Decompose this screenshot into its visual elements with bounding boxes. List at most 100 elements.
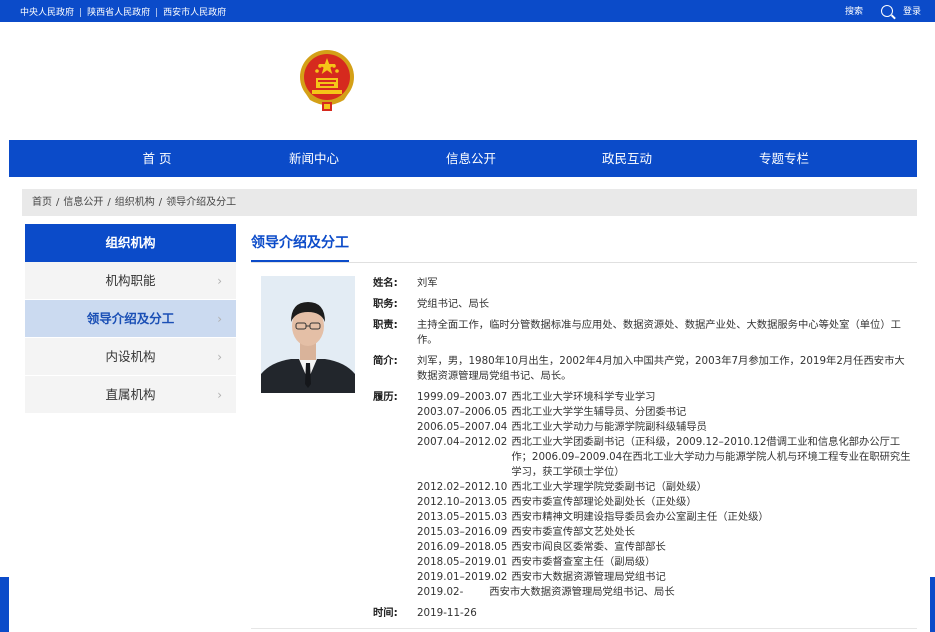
- separator: |: [155, 8, 159, 18]
- list-item: 2019.01–2019.02 西安市大数据资源管理局党组书记: [417, 570, 913, 585]
- resume-text: 西北工业大学学生辅导员、分团委书记: [511, 406, 687, 418]
- resume-period: 1999.09–2003.07: [417, 391, 508, 403]
- sidebar-item-departments[interactable]: 内设机构 ›: [25, 338, 236, 376]
- link-xian-gov[interactable]: 西安市人民政府: [163, 8, 226, 18]
- breadcrumb-org[interactable]: 组织机构: [115, 197, 155, 208]
- chevron-right-icon: ›: [217, 388, 222, 402]
- time-row: 时间: 2019-11-26: [373, 606, 913, 621]
- nav-item-info-public[interactable]: 信息公开: [411, 140, 531, 177]
- resume-period: 2006.05–2007.04: [417, 421, 508, 433]
- resume-period: 2003.07–2006.05: [417, 406, 508, 418]
- list-item: 2015.03–2016.09 西安市委宣传部文艺处处长: [417, 525, 913, 540]
- left-edge-bar: [0, 577, 9, 632]
- resume-text: 西安市大数据资源管理局党组书记、局长: [489, 586, 675, 598]
- duty-row: 职责: 主持全面工作，临时分管数据标准与应用处、数据资源处、数据产业处、大数据服…: [373, 318, 913, 348]
- leader-portrait-image: [261, 276, 355, 393]
- content-divider: [251, 628, 917, 629]
- main-nav: 首 页 新闻中心 信息公开 政民互动 专题专栏: [9, 140, 917, 177]
- resume-text: 西安市精神文明建设指导委员会办公室副主任（正处级）: [511, 511, 769, 523]
- time-label: 时间:: [373, 607, 398, 619]
- nav-item-news[interactable]: 新闻中心: [254, 140, 374, 177]
- time-value: 2019-11-26: [417, 607, 477, 619]
- position-row: 职务: 党组书记、局长: [373, 297, 913, 312]
- sidebar-title: 组织机构: [25, 224, 236, 262]
- nav-item-special[interactable]: 专题专栏: [724, 140, 844, 177]
- list-item: 2003.07–2006.05 西北工业大学学生辅导员、分团委书记: [417, 405, 913, 420]
- nav-item-home[interactable]: 首 页: [97, 140, 217, 177]
- chevron-right-icon: ›: [217, 312, 222, 326]
- resume-period: 2012.02–2012.10: [417, 481, 508, 493]
- name-label: 姓名:: [373, 277, 398, 289]
- resume-text: 西北工业大学理学院党委副书记（副处级）: [511, 481, 707, 493]
- link-shaanxi-gov[interactable]: 陕西省人民政府: [87, 8, 150, 18]
- list-item: 2006.05–2007.04 西北工业大学动力与能源学院副科级辅导员: [417, 420, 913, 435]
- list-item: 2013.05–2015.03 西安市精神文明建设指导委员会办公室副主任（正处级）: [417, 510, 913, 525]
- login-link[interactable]: 登录: [903, 4, 921, 17]
- list-item: 2012.10–2013.05 西安市委宣传部理论处副处长（正处级）: [417, 495, 913, 510]
- resume-period: 2019.01–2019.02: [417, 571, 508, 583]
- duty-label: 职责:: [373, 319, 398, 331]
- chevron-right-icon: ›: [217, 350, 222, 364]
- list-item: 1999.09–2003.07 西北工业大学环境科学专业学习: [417, 390, 913, 405]
- leader-info: 姓名: 刘军 职务: 党组书记、局长 职责: 主持全面工作，临时分管数据标准与应…: [373, 276, 913, 627]
- resume-period: 2013.05–2015.03: [417, 511, 508, 523]
- sidebar-item-label: 机构职能: [105, 273, 156, 288]
- bio-row: 简介: 刘军，男，1980年10月出生，2002年4月加入中国共产党，2003年…: [373, 354, 913, 384]
- title-divider: [251, 262, 917, 263]
- resume-text: 西安市委宣传部理论处副处长（正处级）: [511, 496, 697, 508]
- list-item: 2018.05–2019.01 西安市委督查室主任（副局级）: [417, 555, 913, 570]
- resume-period: 2012.10–2013.05: [417, 496, 508, 508]
- list-item: 2016.09–2018.05 西安市阎良区委常委、宣传部部长: [417, 540, 913, 555]
- name-row: 姓名: 刘军: [373, 276, 913, 291]
- link-central-gov[interactable]: 中央人民政府: [20, 8, 74, 18]
- breadcrumb-separator: /: [158, 197, 163, 208]
- resume-text: 西安市阎良区委常委、宣传部部长: [511, 541, 666, 553]
- search-link[interactable]: 搜索: [845, 4, 863, 17]
- right-edge-bar: [930, 577, 935, 632]
- nav-item-interaction[interactable]: 政民互动: [567, 140, 687, 177]
- position-value: 党组书记、局长: [417, 298, 490, 310]
- breadcrumb-home[interactable]: 首页: [32, 197, 52, 208]
- resume-text: 西北工业大学动力与能源学院副科级辅导员: [511, 421, 707, 433]
- sidebar-item-label: 领导介绍及分工: [86, 311, 175, 326]
- sidebar-item-leaders[interactable]: 领导介绍及分工 ›: [25, 300, 236, 338]
- resume-text: 西安市委督查室主任（副局级）: [511, 556, 656, 568]
- breadcrumb-info-public[interactable]: 信息公开: [63, 197, 103, 208]
- name-value: 刘军: [417, 277, 438, 289]
- top-bar: 中央人民政府 | 陕西省人民政府 | 西安市人民政府 搜索 登录: [0, 0, 935, 22]
- resume-text: 西安市委宣传部文艺处处长: [511, 526, 635, 538]
- list-item: 2012.02–2012.10 西北工业大学理学院党委副书记（副处级）: [417, 480, 913, 495]
- sidebar-item-functions[interactable]: 机构职能 ›: [25, 262, 236, 300]
- resume-period: 2019.02-: [417, 586, 464, 598]
- breadcrumb-current: 领导介绍及分工: [166, 197, 237, 208]
- sidebar-item-affiliated[interactable]: 直属机构 ›: [25, 376, 236, 414]
- sidebar: 组织机构 机构职能 › 领导介绍及分工 › 内设机构 › 直属机构 ›: [25, 224, 236, 414]
- bio-label: 简介:: [373, 355, 398, 367]
- breadcrumb: 首页 / 信息公开 / 组织机构 / 领导介绍及分工: [22, 189, 917, 216]
- resume-list: 1999.09–2003.07 西北工业大学环境科学专业学习 2003.07–20…: [417, 390, 913, 600]
- resume-row: 履历: 1999.09–2003.07 西北工业大学环境科学专业学习 2003.0…: [373, 390, 913, 600]
- national-emblem-logo[interactable]: [298, 48, 356, 114]
- breadcrumb-separator: /: [107, 197, 111, 208]
- separator: |: [79, 8, 83, 18]
- position-label: 职务:: [373, 298, 398, 310]
- sidebar-item-label: 内设机构: [105, 349, 156, 364]
- list-item: 2019.02- 西安市大数据资源管理局党组书记、局长: [417, 585, 913, 600]
- resume-label: 履历:: [373, 391, 398, 403]
- search-icon[interactable]: [880, 4, 893, 17]
- bio-value: 刘军，男，1980年10月出生，2002年4月加入中国共产党，2003年7月参加…: [417, 355, 905, 382]
- resume-period: 2016.09–2018.05: [417, 541, 508, 553]
- resume-period: 2007.04–2012.02: [417, 436, 508, 448]
- duty-value: 主持全面工作，临时分管数据标准与应用处、数据资源处、数据产业处、大数据服务中心等…: [417, 319, 901, 346]
- resume-text: 西北工业大学团委副书记（正科级，2009.12–2010.12借调工业和信息化部…: [511, 436, 911, 478]
- sidebar-item-label: 直属机构: [105, 387, 156, 402]
- resume-text: 西北工业大学环境科学专业学习: [511, 391, 656, 403]
- breadcrumb-separator: /: [56, 197, 60, 208]
- page-title: 领导介绍及分工: [251, 232, 349, 262]
- list-item: 2007.04–2012.02 西北工业大学团委副书记（正科级，2009.12–2…: [417, 435, 913, 480]
- resume-period: 2018.05–2019.01: [417, 556, 508, 568]
- resume-text: 西安市大数据资源管理局党组书记: [511, 571, 666, 583]
- gov-links: 中央人民政府 | 陕西省人民政府 | 西安市人民政府: [20, 5, 226, 18]
- top-actions: 搜索 登录: [845, 4, 921, 17]
- resume-period: 2015.03–2016.09: [417, 526, 508, 538]
